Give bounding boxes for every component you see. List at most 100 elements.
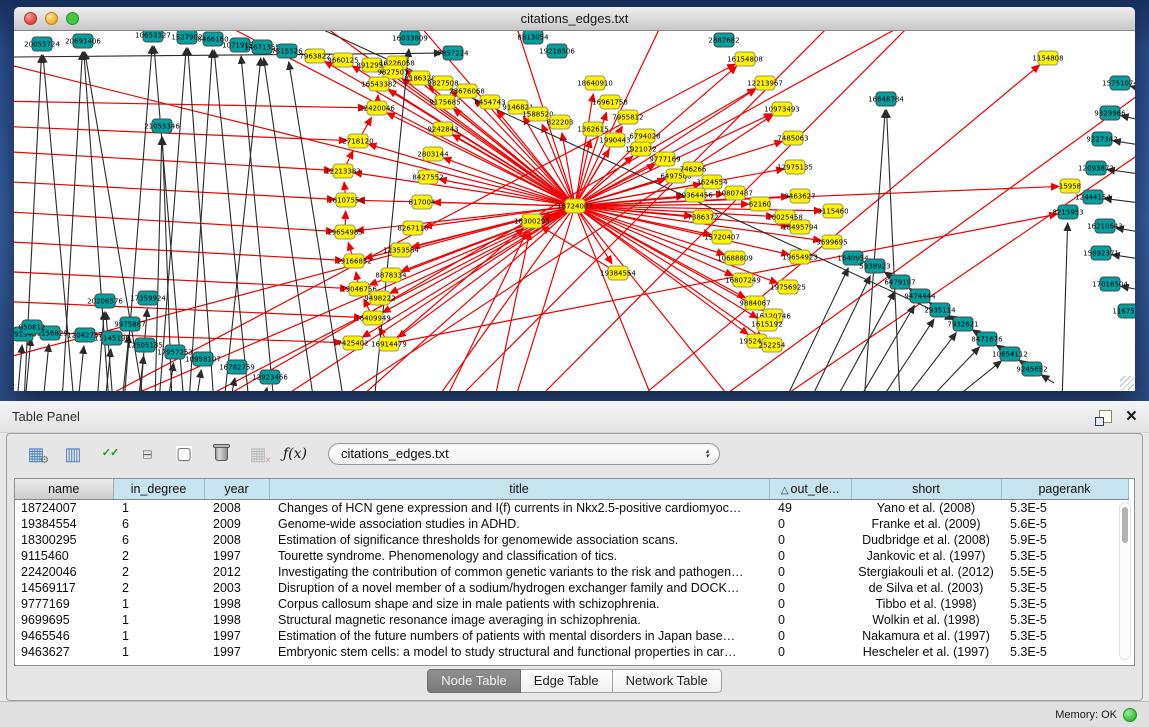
table-cell-title[interactable]: Estimation of the future numbers of pati…: [269, 628, 769, 644]
network-window-titlebar[interactable]: citations_edges.txt: [14, 7, 1135, 31]
table-cell-in_degree[interactable]: 1: [113, 628, 204, 644]
table-cell-title[interactable]: Disruption of a novel member of a sodium…: [269, 580, 769, 596]
table-cell-name[interactable]: 9699695: [15, 612, 113, 628]
table-row[interactable]: 1830029562008Estimation of significance …: [15, 532, 1128, 548]
table-scrollbar-thumb[interactable]: [1122, 507, 1128, 543]
column-header-year[interactable]: year: [204, 479, 269, 500]
table-cell-title[interactable]: Corpus callosum shape and size in male p…: [269, 596, 769, 612]
table-cell-title[interactable]: Structural magnetic resonance image aver…: [269, 612, 769, 628]
table-row[interactable]: 1872400712008Changes of HCN gene express…: [15, 500, 1128, 517]
table-cell-out_degree[interactable]: 0: [769, 516, 851, 532]
table-cell-short[interactable]: Stergiakouli et al. (2012): [851, 564, 1001, 580]
table-cell-short[interactable]: Wolkin et al. (1998): [851, 612, 1001, 628]
table-cell-out_degree[interactable]: 0: [769, 548, 851, 564]
zoom-window-button[interactable]: [66, 12, 79, 25]
table-cell-pagerank[interactable]: 5.9E-5: [1001, 532, 1128, 548]
table-cell-out_degree[interactable]: 0: [769, 580, 851, 596]
table-cell-pagerank[interactable]: 5.3E-5: [1001, 612, 1128, 628]
table-cell-in_degree[interactable]: 2: [113, 580, 204, 596]
table-cell-in_degree[interactable]: 2: [113, 564, 204, 580]
table-cell-title[interactable]: Genome-wide association studies in ADHD.: [269, 516, 769, 532]
network-canvas[interactable]: 1872400779638229660125891295518226058982…: [14, 31, 1135, 391]
select-columns-button[interactable]: ▥: [60, 441, 86, 467]
table-cell-out_degree[interactable]: 0: [769, 612, 851, 628]
table-cell-pagerank[interactable]: 5.3E-5: [1001, 644, 1128, 660]
column-header-out_degree[interactable]: △out_de...: [769, 479, 851, 500]
table-cell-out_degree[interactable]: 0: [769, 532, 851, 548]
tab-edge-table[interactable]: Edge Table: [521, 669, 613, 693]
table-cell-title[interactable]: Tourette syndrome. Phenomenology and cla…: [269, 548, 769, 564]
table-cell-in_degree[interactable]: 6: [113, 516, 204, 532]
table-cell-out_degree[interactable]: 0: [769, 564, 851, 580]
table-cell-out_degree[interactable]: 0: [769, 628, 851, 644]
table-scrollbar[interactable]: [1119, 502, 1131, 660]
table-cell-name[interactable]: 22420046: [15, 564, 113, 580]
table-cell-in_degree[interactable]: 1: [113, 596, 204, 612]
column-header-pagerank[interactable]: pagerank: [1001, 479, 1128, 500]
tab-network-table[interactable]: Network Table: [613, 669, 722, 693]
table-cell-pagerank[interactable]: 5.3E-5: [1001, 548, 1128, 564]
minimize-window-button[interactable]: [45, 12, 58, 25]
table-cell-year[interactable]: 1997: [204, 628, 269, 644]
table-cell-title[interactable]: Investigating the contribution of common…: [269, 564, 769, 580]
table-row[interactable]: 911546021997Tourette syndrome. Phenomeno…: [15, 548, 1128, 564]
column-header-name[interactable]: name: [15, 479, 113, 500]
table-cell-year[interactable]: 2003: [204, 580, 269, 596]
table-cell-pagerank[interactable]: 5.6E-5: [1001, 516, 1128, 532]
table-row[interactable]: 946554611997Estimation of the future num…: [15, 628, 1128, 644]
table-row[interactable]: 1938455462009Genome-wide association stu…: [15, 516, 1128, 532]
table-cell-short[interactable]: Franke et al. (2009): [851, 516, 1001, 532]
table-row[interactable]: 1456911722003Disruption of a novel membe…: [15, 580, 1128, 596]
table-cell-in_degree[interactable]: 1: [113, 644, 204, 660]
table-row[interactable]: 977716911998Corpus callosum shape and si…: [15, 596, 1128, 612]
resize-grip-icon[interactable]: [1120, 376, 1134, 390]
table-cell-name[interactable]: 9463627: [15, 644, 113, 660]
table-cell-year[interactable]: 1998: [204, 612, 269, 628]
table-cell-year[interactable]: 1997: [204, 644, 269, 660]
column-settings-button[interactable]: ▦⚙: [23, 441, 49, 467]
table-row[interactable]: 946362711997Embryonic stem cells: a mode…: [15, 644, 1128, 660]
table-cell-name[interactable]: 9465546: [15, 628, 113, 644]
table-cell-pagerank[interactable]: 5.5E-5: [1001, 564, 1128, 580]
table-cell-in_degree[interactable]: 2: [113, 548, 204, 564]
delete-table-button[interactable]: [208, 441, 234, 467]
table-cell-name[interactable]: 9115460: [15, 548, 113, 564]
table-cell-in_degree[interactable]: 6: [113, 532, 204, 548]
table-cell-year[interactable]: 2008: [204, 532, 269, 548]
table-cell-year[interactable]: 2009: [204, 516, 269, 532]
column-header-title[interactable]: title: [269, 479, 769, 500]
table-cell-out_degree[interactable]: 49: [769, 500, 851, 517]
table-cell-pagerank[interactable]: 5.3E-5: [1001, 628, 1128, 644]
table-cell-title[interactable]: Estimation of significance thresholds fo…: [269, 532, 769, 548]
table-cell-name[interactable]: 14569117: [15, 580, 113, 596]
table-cell-name[interactable]: 18724007: [15, 500, 113, 517]
import-table-button[interactable]: ▦×: [245, 441, 271, 467]
table-cell-pagerank[interactable]: 5.3E-5: [1001, 500, 1128, 517]
table-cell-short[interactable]: Jankovic et al. (1997): [851, 548, 1001, 564]
column-header-short[interactable]: short: [851, 479, 1001, 500]
table-cell-pagerank[interactable]: 5.3E-5: [1001, 580, 1128, 596]
table-cell-in_degree[interactable]: 1: [113, 612, 204, 628]
table-cell-year[interactable]: 2012: [204, 564, 269, 580]
table-cell-short[interactable]: Hescheler et al. (1997): [851, 644, 1001, 660]
table-cell-short[interactable]: Yano et al. (2008): [851, 500, 1001, 517]
table-cell-out_degree[interactable]: 0: [769, 596, 851, 612]
table-cell-name[interactable]: 9777169: [15, 596, 113, 612]
table-cell-short[interactable]: Dudbridge et al. (2008): [851, 532, 1001, 548]
table-row[interactable]: 2242004622012Investigating the contribut…: [15, 564, 1128, 580]
table-selector[interactable]: citations_edges.txt ▴▾: [328, 443, 720, 465]
table-cell-title[interactable]: Changes of HCN gene expression and I(f) …: [269, 500, 769, 517]
new-table-button[interactable]: ▢: [171, 441, 197, 467]
float-panel-icon[interactable]: [1099, 410, 1112, 423]
table-cell-year[interactable]: 2008: [204, 500, 269, 517]
table-cell-short[interactable]: Nakamura et al. (1997): [851, 628, 1001, 644]
table-cell-out_degree[interactable]: 0: [769, 644, 851, 660]
close-window-button[interactable]: [24, 12, 37, 25]
table-cell-title[interactable]: Embryonic stem cells: a model to study s…: [269, 644, 769, 660]
table-cell-short[interactable]: Tibbo et al. (1998): [851, 596, 1001, 612]
function-builder-button[interactable]: ƒ(x): [282, 441, 308, 467]
table-cell-name[interactable]: 18300295: [15, 532, 113, 548]
table-cell-short[interactable]: de Silva et al. (2003): [851, 580, 1001, 596]
table-cell-year[interactable]: 1998: [204, 596, 269, 612]
show-all-columns-button[interactable]: ✓✓: [97, 441, 123, 467]
